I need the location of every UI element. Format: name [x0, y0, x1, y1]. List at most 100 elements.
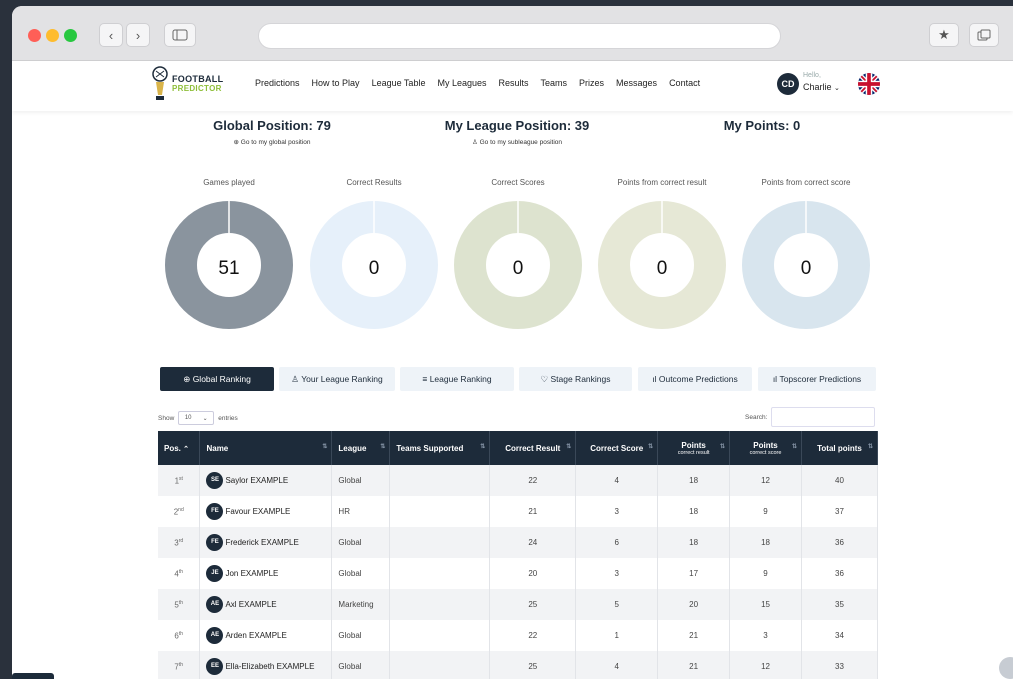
header-name[interactable]: Name ⇅ — [199, 431, 333, 465]
nav-link-messages[interactable]: Messages — [616, 78, 657, 88]
bar-chart-icon: ıl — [652, 374, 657, 384]
scroll-to-top-button[interactable] — [999, 657, 1013, 679]
player-avatar: SE — [206, 472, 224, 489]
donut-label: Correct Results — [346, 178, 402, 187]
star-icon: ★ — [938, 27, 950, 42]
cell-pos: 3rd — [158, 527, 201, 558]
header-pos[interactable]: Pos. ⌃ — [158, 431, 201, 465]
header-league[interactable]: League ⇅ — [331, 431, 391, 465]
tab-league-ranking[interactable]: ≡ League Ranking — [400, 367, 514, 391]
header-teams-supported[interactable]: Teams Supported ⇅ — [389, 431, 491, 465]
cell-name[interactable]: FE Favour EXAMPLE — [199, 496, 333, 527]
tab-global-ranking[interactable]: ⊕ Global Ranking — [160, 367, 274, 391]
sidebar-toggle-button[interactable] — [164, 23, 196, 47]
cell-total-points: 40 — [801, 465, 879, 496]
cell-league: Global — [331, 465, 391, 496]
user-menu[interactable]: Charlie ⌄ — [803, 82, 840, 92]
donut-value: 0 — [656, 258, 668, 279]
show-label: Show — [158, 414, 175, 422]
cell-teams-supported — [389, 651, 491, 679]
donut-value: 0 — [368, 258, 380, 279]
player-avatar: AE — [206, 596, 224, 613]
cell-name[interactable]: SE Saylor EXAMPLE — [199, 465, 333, 496]
tabs-overview-button[interactable] — [969, 23, 999, 47]
header-label: Name — [206, 443, 229, 453]
league-position-link-text: Go to my subleague position — [479, 139, 563, 146]
tab-topscorer-predictions[interactable]: ıl Topscorer Predictions — [758, 367, 876, 391]
player-name: Arden EXAMPLE — [225, 631, 287, 640]
nav-link-how-to-play[interactable]: How to Play — [312, 78, 360, 88]
nav-link-results[interactable]: Results — [498, 78, 528, 88]
site-navbar: FOOTBALL PREDICTOR Predictions How to Pl… — [12, 61, 1013, 111]
pos-suffix: th — [178, 630, 184, 637]
tab-label: Stage Rankings — [550, 374, 611, 384]
cell-correct-result: 25 — [489, 651, 577, 679]
forward-button[interactable]: › — [126, 23, 150, 47]
header-total-points[interactable]: Total points ⇅ — [801, 431, 879, 465]
table-row: 6th AE Arden EXAMPLE Global 22 1 21 3 34 — [158, 620, 879, 651]
cell-points-correct-result: 21 — [657, 651, 731, 679]
header-points-correct-score[interactable]: Points correct score ⇅ — [729, 431, 802, 465]
tab-your-league-ranking[interactable]: ♙ Your League Ranking — [279, 367, 395, 391]
logo-text-football: FOOTBALL — [172, 74, 224, 84]
cell-points-correct-score: 12 — [729, 465, 802, 496]
pos-suffix: th — [178, 661, 184, 668]
search-input[interactable] — [771, 407, 876, 427]
header-correct-score[interactable]: Correct Score ⇅ — [575, 431, 659, 465]
maximize-window-button[interactable] — [64, 29, 77, 42]
header-label: Correct Score — [590, 443, 644, 453]
greeting-text: Hello, — [803, 72, 821, 79]
cell-name[interactable]: EE Ella-Elizabeth EXAMPLE — [199, 651, 333, 679]
minimize-window-button[interactable] — [46, 29, 59, 42]
list-icon: ≡ — [422, 374, 428, 384]
user-avatar[interactable]: CD — [777, 73, 799, 95]
bookmark-button[interactable]: ★ — [929, 23, 959, 47]
header-points-correct-result[interactable]: Points correct result ⇅ — [657, 431, 731, 465]
back-button[interactable]: ‹ — [99, 23, 123, 47]
sort-icon: ⇅ — [791, 444, 797, 450]
sort-icon: ⇅ — [566, 444, 572, 450]
address-bar[interactable] — [258, 23, 781, 49]
cell-name[interactable]: JE Jon EXAMPLE — [199, 558, 333, 589]
browser-window: ‹ › ★ FOOTBALL PREDICTOR Predictions How… — [12, 6, 1013, 679]
cell-points-correct-result: 21 — [657, 620, 731, 651]
nav-link-my-leagues[interactable]: My Leagues — [437, 78, 486, 88]
header-sublabel: correct score — [749, 449, 782, 456]
cell-league: Global — [331, 558, 391, 589]
cell-correct-score: 4 — [575, 651, 659, 679]
tab-outcome-predictions[interactable]: ıl Outcome Predictions — [638, 367, 752, 391]
player-name: Axl EXAMPLE — [225, 600, 277, 609]
cell-correct-result: 21 — [489, 496, 577, 527]
cell-name[interactable]: AE Axl EXAMPLE — [199, 589, 333, 620]
user-name: Charlie — [803, 82, 832, 92]
trophy-logo-icon — [152, 66, 168, 100]
entries-label: entries — [218, 414, 238, 422]
league-position-link[interactable]: ♙ Go to my subleague position — [432, 138, 602, 146]
header-correct-result[interactable]: Correct Result ⇅ — [489, 431, 577, 465]
nav-link-league-table[interactable]: League Table — [372, 78, 426, 88]
cell-name[interactable]: FE Frederick EXAMPLE — [199, 527, 333, 558]
nav-link-teams[interactable]: Teams — [541, 78, 568, 88]
cell-league: Global — [331, 527, 391, 558]
nav-link-contact[interactable]: Contact — [669, 78, 700, 88]
corner-widget[interactable] — [12, 673, 54, 679]
bar-chart-icon: ıl — [772, 374, 778, 384]
cell-correct-score: 6 — [575, 527, 659, 558]
player-name: Ella-Elizabeth EXAMPLE — [225, 662, 315, 671]
nav-link-prizes[interactable]: Prizes — [579, 78, 604, 88]
close-window-button[interactable] — [28, 29, 41, 42]
nav-link-predictions[interactable]: Predictions — [255, 78, 300, 88]
uk-flag-icon[interactable] — [858, 73, 880, 95]
table-row: 4th JE Jon EXAMPLE Global 20 3 17 9 36 — [158, 558, 879, 589]
cell-correct-result: 22 — [489, 620, 577, 651]
cell-points-correct-score: 12 — [729, 651, 802, 679]
tab-stage-rankings[interactable]: ♡ Stage Rankings — [519, 367, 632, 391]
cell-name[interactable]: AE Arden EXAMPLE — [199, 620, 333, 651]
cell-points-correct-result: 17 — [657, 558, 731, 589]
cell-points-correct-result: 18 — [657, 465, 731, 496]
header-label: League — [338, 443, 367, 453]
tab-label: League Ranking — [429, 374, 492, 384]
page-size-select[interactable]: 10 ⌄ — [178, 411, 215, 425]
site-logo[interactable]: FOOTBALL PREDICTOR — [150, 65, 230, 105]
global-position-link[interactable]: ⊕ Go to my global position — [197, 138, 347, 146]
